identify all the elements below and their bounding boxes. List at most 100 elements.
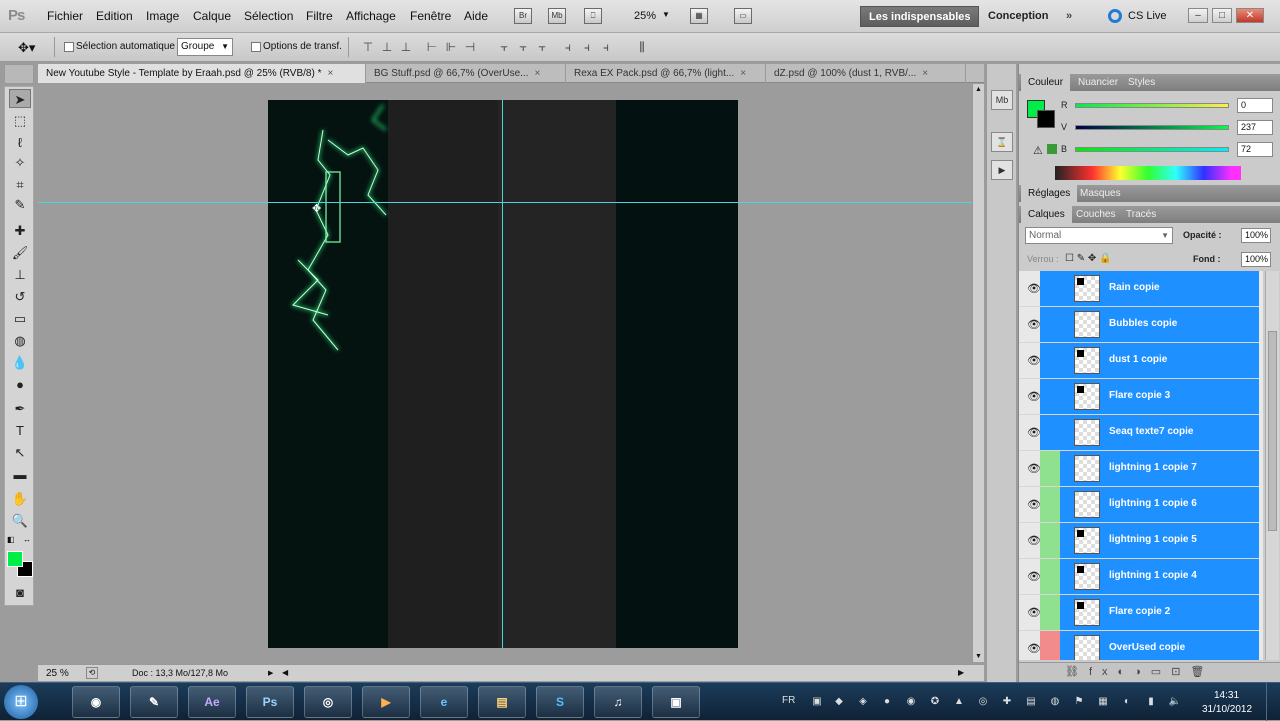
app-taskbar-button[interactable]: ◎ (304, 686, 352, 718)
layer-row[interactable]: 👁 lightning 1 copie 6 (1019, 487, 1259, 523)
align-vcenter-icon[interactable]: ⊥ (379, 40, 395, 55)
quick-selection-tool-icon[interactable]: ✧ (9, 153, 31, 172)
tray-icon[interactable]: ▣ (810, 695, 824, 709)
tab-couches[interactable]: Couches (1069, 206, 1122, 223)
eye-icon[interactable]: 👁 (1027, 642, 1041, 655)
move-tool-icon[interactable]: ➤ (9, 89, 31, 108)
clock-time[interactable]: 14:31 (1214, 690, 1239, 701)
align-right-icon[interactable]: ⊣ (462, 40, 478, 55)
channel-r-slider[interactable] (1075, 103, 1229, 108)
dodge-tool-icon[interactable]: ● (9, 375, 31, 394)
background-color-swatch[interactable] (1037, 110, 1055, 128)
menu-fenetre[interactable]: Fenêtre (410, 9, 451, 23)
arrange-documents-icon[interactable]: ▦ (690, 8, 708, 24)
explorer-taskbar-button[interactable]: ▤ (478, 686, 526, 718)
channel-r-input[interactable]: 0 (1237, 98, 1273, 113)
eye-icon[interactable]: 👁 (1027, 318, 1041, 331)
layer-row[interactable]: 👁 Flare copie 2 (1019, 595, 1259, 631)
close-icon[interactable]: × (922, 68, 928, 79)
restore-button[interactable]: □ (1212, 8, 1232, 23)
media-player-taskbar-button[interactable]: ▶ (362, 686, 410, 718)
language-indicator[interactable]: FR (782, 695, 795, 706)
status-info-icon[interactable]: ⟲ (86, 667, 98, 679)
menu-aide[interactable]: Aide (464, 9, 488, 23)
blur-tool-icon[interactable]: 💧 (9, 353, 31, 372)
clone-stamp-tool-icon[interactable]: ⊥ (9, 265, 31, 284)
zoom-tool-icon[interactable]: 🔍 (9, 511, 31, 530)
minibridge-panel-icon[interactable]: Mb (991, 90, 1013, 110)
close-icon[interactable]: × (534, 68, 540, 79)
zoom-level-field[interactable]: 25 % (46, 668, 69, 679)
internet-explorer-taskbar-button[interactable]: e (420, 686, 468, 718)
distribute-hcenter-icon[interactable]: ⫞ (579, 40, 595, 55)
lasso-tool-icon[interactable]: ℓ (9, 133, 31, 152)
paint-bucket-tool-icon[interactable]: ◍ (9, 331, 31, 350)
path-selection-tool-icon[interactable]: ↖ (9, 443, 31, 462)
chevron-up-icon[interactable]: ▲ (975, 86, 982, 93)
layers-scrollbar[interactable] (1265, 271, 1279, 660)
distribute-top-icon[interactable]: ⫟ (496, 40, 512, 55)
close-icon[interactable]: × (328, 68, 334, 79)
transform-controls-checkbox[interactable] (251, 42, 261, 52)
tab-document-2[interactable]: BG Stuff.psd @ 66,7% (OverUse... × (366, 64, 566, 83)
tray-icon[interactable]: ● (880, 695, 894, 709)
align-left-icon[interactable]: ⊢ (424, 40, 440, 55)
app-taskbar-button[interactable]: ▣ (652, 686, 700, 718)
tab-masques[interactable]: Masques (1073, 185, 1128, 202)
network-icon[interactable]: ▮ (1144, 695, 1158, 709)
scroll-thumb[interactable] (1268, 331, 1277, 531)
type-tool-icon[interactable]: T (9, 421, 31, 440)
chrome-taskbar-button[interactable]: ◉ (72, 686, 120, 718)
color-spectrum-bar[interactable] (1055, 166, 1241, 180)
menu-image[interactable]: Image (146, 9, 179, 23)
distribute-right-icon[interactable]: ⫞ (598, 40, 614, 55)
shape-tool-icon[interactable]: ▬ (9, 465, 31, 484)
channel-v-input[interactable]: 237 (1237, 120, 1273, 135)
layer-row[interactable]: 👁 lightning 1 copie 7 (1019, 451, 1259, 487)
cs-live-button[interactable]: CS Live (1128, 10, 1167, 22)
eye-icon[interactable]: 👁 (1027, 390, 1041, 403)
layer-row[interactable]: 👁 Bubbles copie (1019, 307, 1259, 343)
tray-icon[interactable]: ◍ (1048, 695, 1062, 709)
tab-traces[interactable]: Tracés (1119, 206, 1163, 223)
menu-affichage[interactable]: Affichage (346, 9, 396, 23)
tray-icon[interactable]: ◉ (904, 695, 918, 709)
tray-icon[interactable]: ✚ (1000, 695, 1014, 709)
menu-edition[interactable]: Edition (96, 9, 133, 23)
tray-icon[interactable]: ⚑ (1072, 695, 1086, 709)
tray-icon[interactable]: ◈ (856, 695, 870, 709)
eye-icon[interactable]: 👁 (1027, 426, 1041, 439)
eye-icon[interactable]: 👁 (1027, 606, 1041, 619)
close-button[interactable]: ✕ (1236, 8, 1264, 23)
tab-document-3[interactable]: Rexa EX Pack.psd @ 66,7% (light... × (566, 64, 766, 83)
auto-align-icon[interactable]: ⫼ (634, 40, 650, 55)
tray-icon[interactable]: ✪ (928, 695, 942, 709)
gamut-color-swatch[interactable] (1047, 144, 1057, 154)
menu-fichier[interactable]: Fichier (47, 9, 83, 23)
workspace-essentials-button[interactable]: Les indispensables (860, 6, 980, 27)
actions-panel-icon[interactable]: ▶ (991, 160, 1013, 180)
tab-document-4[interactable]: dZ.psd @ 100% (dust 1, RVB/... × (766, 64, 966, 83)
eye-icon[interactable]: 👁 (1027, 462, 1041, 475)
opacity-input[interactable]: 100% (1241, 228, 1271, 243)
eye-icon[interactable]: 👁 (1027, 354, 1041, 367)
chevron-right-icon[interactable]: ▶ (958, 668, 964, 677)
auto-select-checkbox[interactable] (64, 42, 74, 52)
default-colors-icon[interactable]: ◧ (7, 535, 15, 544)
blend-mode-select[interactable]: Normal ▼ (1025, 227, 1173, 244)
start-button[interactable]: ⊞ (4, 685, 38, 719)
eraser-tool-icon[interactable]: ▭ (9, 309, 31, 328)
layer-row[interactable]: 👁 Rain copie (1019, 271, 1259, 307)
distribute-bottom-icon[interactable]: ⫟ (534, 40, 550, 55)
history-panel-icon[interactable]: ⌛ (991, 132, 1013, 152)
minimize-button[interactable]: – (1188, 8, 1208, 23)
chevron-left-icon[interactable]: ◀ (282, 668, 288, 677)
layer-row[interactable]: 👁 lightning 1 copie 4 (1019, 559, 1259, 595)
move-tool-preset-icon[interactable]: ✥▾ (18, 40, 35, 56)
layer-row[interactable]: 👁 OverUsed copie (1019, 631, 1259, 660)
horizontal-guide[interactable] (38, 202, 972, 203)
swap-colors-icon[interactable]: ↔ (23, 535, 31, 544)
skype-taskbar-button[interactable]: S (536, 686, 584, 718)
view-extras-icon[interactable]: ⎕ (584, 8, 602, 24)
photoshop-taskbar-button[interactable]: Ps (246, 686, 294, 718)
